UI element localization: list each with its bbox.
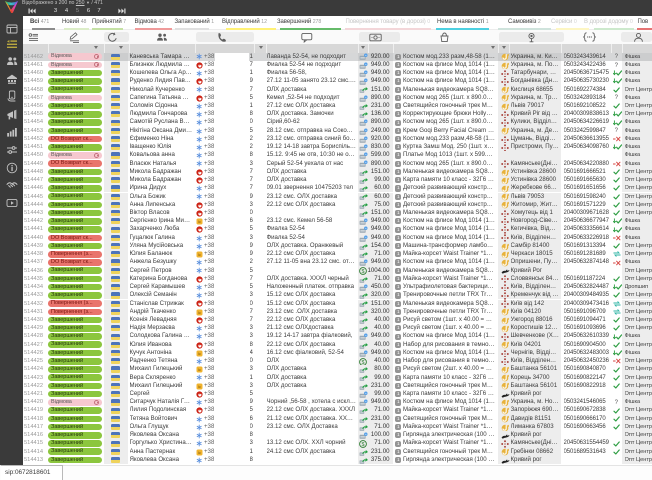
- svg-text:lc: lc: [198, 451, 201, 455]
- svg-text:lc: lc: [198, 368, 201, 372]
- svg-text:lc: lc: [198, 352, 201, 356]
- svg-text:lc: lc: [198, 253, 201, 257]
- svg-text:lc: lc: [198, 311, 201, 315]
- svg-text:lc: lc: [198, 220, 201, 224]
- svg-text:lc: lc: [198, 385, 201, 389]
